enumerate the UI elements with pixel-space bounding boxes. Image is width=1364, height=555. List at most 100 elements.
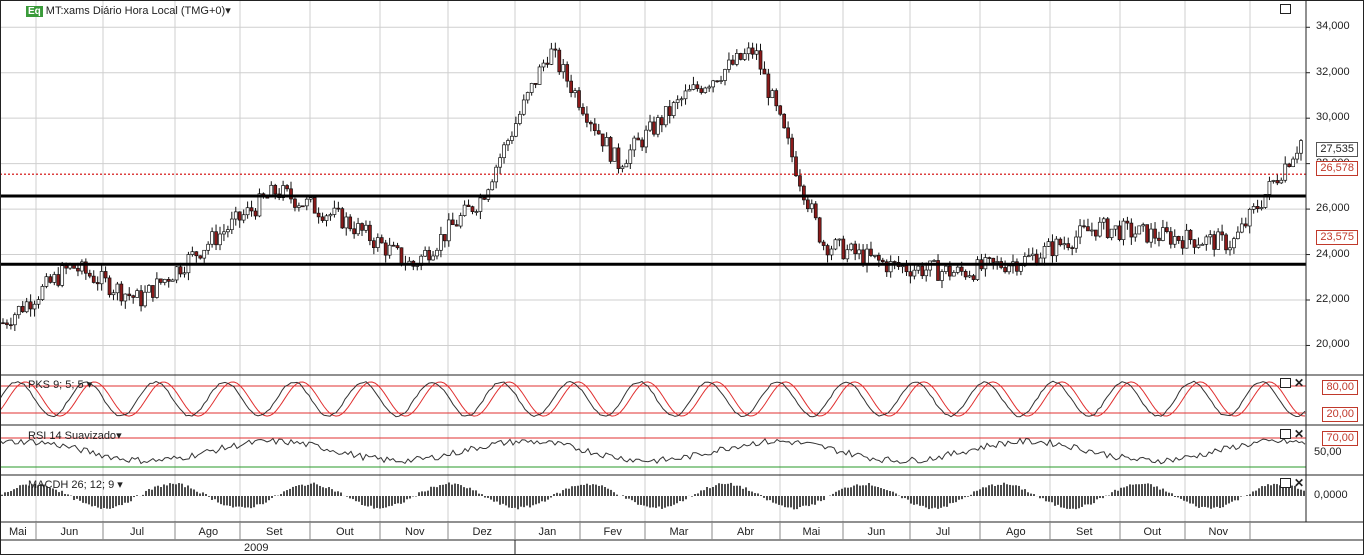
candle-body [734, 53, 739, 65]
chevron-down-icon[interactable]: ▾ [87, 379, 93, 391]
candle-body [1109, 228, 1114, 238]
candle-body [245, 207, 250, 216]
chevron-down-icon[interactable]: ▾ [225, 5, 231, 17]
candle-body [1165, 227, 1169, 232]
candle-body [549, 48, 554, 65]
candle-body [332, 207, 337, 215]
candle-body [399, 247, 404, 264]
candle-body [671, 102, 676, 116]
candle-body [821, 241, 826, 246]
candle-body [1133, 233, 1138, 238]
maximize-icon[interactable] [1280, 429, 1291, 439]
chevron-down-icon[interactable]: ▾ [117, 479, 123, 491]
month-label: Out [1143, 526, 1162, 538]
candle-body [387, 244, 392, 256]
macdh-label[interactable]: MACDH 26; 12; 9 ▾ [28, 478, 123, 491]
close-icon[interactable]: ✕ [1294, 428, 1304, 440]
candle-body [841, 238, 846, 260]
candle-body [648, 121, 652, 131]
candle-body [1168, 231, 1173, 245]
candle-body [592, 123, 597, 131]
candle-body [904, 265, 909, 273]
candle-body [194, 251, 199, 257]
candle-body [770, 90, 775, 98]
pks-label[interactable]: PKS 9; 5; 5 ▾ [28, 378, 92, 391]
candle-body [222, 231, 226, 235]
candle-body [1030, 253, 1035, 257]
candle-body [218, 233, 222, 246]
candle-body [356, 223, 360, 235]
candle-body [1117, 225, 1122, 241]
candle-body [119, 283, 124, 302]
candle-body [1113, 225, 1118, 230]
candle-body [1200, 243, 1205, 246]
candlestick-series [1, 42, 1303, 331]
chevron-down-icon[interactable]: ▾ [116, 430, 122, 442]
candle-body [1129, 222, 1134, 238]
candle-body [675, 99, 680, 103]
candle-body [588, 121, 593, 125]
candle-body [1078, 225, 1082, 238]
candle-body [514, 123, 518, 137]
candle-body [48, 276, 53, 283]
month-label: Fev [603, 526, 622, 538]
candle-body [679, 98, 684, 101]
candle-body [1243, 223, 1248, 227]
candle-body [955, 266, 960, 273]
candle-body [932, 260, 936, 262]
candle-body [229, 218, 234, 231]
candle-body [1058, 238, 1063, 246]
month-label: Nov [1208, 526, 1229, 538]
maximize-icon[interactable] [1280, 378, 1291, 388]
candle-body [395, 245, 400, 249]
candle-body [36, 299, 41, 305]
close-icon[interactable]: ✕ [1294, 477, 1304, 489]
close-icon[interactable]: ✕ [1294, 377, 1304, 389]
candle-body [1239, 223, 1244, 233]
price-tick-label: 22,000 [1316, 293, 1350, 305]
chart-title[interactable]: Eq MT:xams Diário Hora Local (TMG+0)▾ [26, 4, 231, 17]
candle-body [585, 113, 589, 123]
candle-body [573, 90, 577, 94]
candle-body [383, 242, 388, 256]
candle-body [1121, 220, 1126, 241]
maximize-icon[interactable] [1280, 4, 1291, 14]
candle-body [253, 210, 258, 217]
candle-body [877, 254, 881, 261]
candle-body [478, 197, 483, 212]
candle-body [813, 203, 818, 219]
candle-body [1212, 234, 1217, 250]
candle-body [1161, 227, 1165, 241]
candle-body [727, 59, 731, 70]
candle-body [604, 137, 609, 147]
candle-body [16, 306, 21, 316]
maximize-icon[interactable] [1280, 478, 1291, 488]
candle-body [9, 324, 13, 327]
candle-body [652, 121, 656, 135]
month-label: Abr [737, 526, 755, 538]
pks-label-text: PKS 9; 5; 5 [28, 379, 84, 391]
candle-body [695, 84, 700, 89]
candle-body [375, 237, 380, 248]
candle-body [439, 234, 443, 251]
month-label: Jun [867, 526, 886, 538]
candle-body [44, 276, 49, 287]
rsi-label[interactable]: RSI 14 Suavizado▾ [28, 429, 122, 442]
candle-body [1236, 231, 1240, 240]
candle-body [297, 205, 301, 208]
candle-body [99, 271, 104, 285]
candle-body [502, 144, 506, 159]
candle-body [577, 90, 581, 108]
candle-body [123, 293, 128, 302]
candle-body [628, 149, 633, 164]
candle-body [364, 224, 368, 231]
candle-body [1283, 163, 1288, 181]
candle-body [1042, 246, 1047, 259]
candle-body [320, 216, 325, 221]
pks-lower-tag: 20,00 [1322, 407, 1358, 422]
candle-body [553, 48, 558, 51]
candle-body [971, 275, 976, 280]
candle-body [233, 211, 238, 220]
candle-body [143, 291, 147, 307]
candle-body [1271, 180, 1276, 182]
